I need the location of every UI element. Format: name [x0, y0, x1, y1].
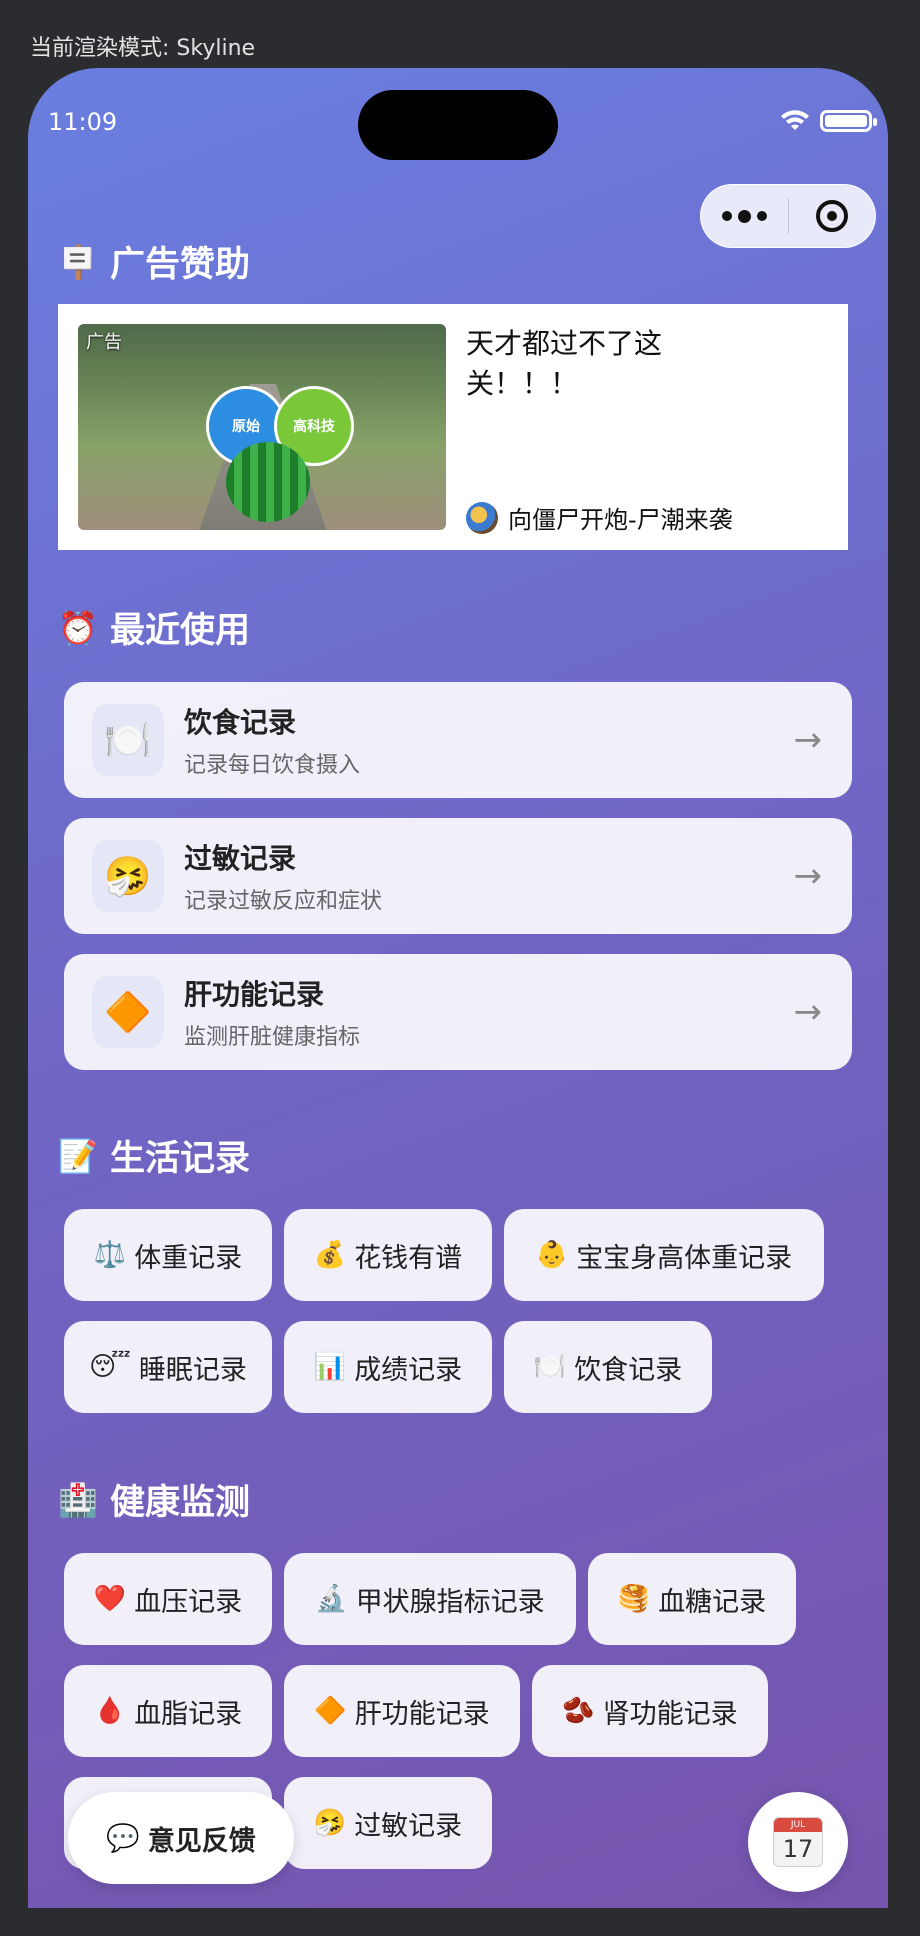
chip-label: 甲状腺指标记录: [355, 1586, 545, 1618]
ad-section-title: 🪧 广告赞助: [58, 236, 250, 287]
memo-icon: 📝: [58, 1136, 98, 1175]
health-section-label: 健康监测: [110, 1483, 251, 1523]
recent-item-desc: 记录每日饮食摄入: [184, 753, 361, 778]
dynamic-island: [358, 90, 558, 160]
chip-label: 血糖记录: [658, 1586, 767, 1618]
chip-allergy[interactable]: 🤧 过敏记录: [284, 1777, 492, 1869]
recent-section-label: 最近使用: [110, 611, 251, 651]
sneezing-face-icon: 🤧: [92, 840, 164, 912]
microscope-icon: 🔬: [315, 1584, 348, 1614]
alarm-clock-icon: ⏰: [58, 608, 98, 647]
battery-icon: [820, 110, 877, 132]
hospital-icon: 🏥: [58, 1480, 98, 1519]
chip-label: 睡眠记录: [138, 1354, 247, 1386]
signboard-icon: 🪧: [58, 242, 98, 281]
pancakes-icon: 🥞: [617, 1584, 651, 1614]
speech-bubble-icon: 💬: [106, 1823, 140, 1854]
chip-label: 肾功能记录: [602, 1698, 738, 1730]
watermelon-graphic: [226, 442, 310, 522]
calendar-button[interactable]: JUL 17: [748, 1792, 848, 1892]
render-mode-label: 当前渲染模式: Skyline: [30, 36, 256, 61]
baby-icon: 👶: [535, 1240, 569, 1270]
recent-item-desc: 记录过敏反应和症状: [184, 889, 383, 914]
plate-icon: 🍽️: [533, 1352, 567, 1382]
recent-item-title: 过敏记录: [184, 842, 297, 875]
heart-icon: ❤️: [93, 1584, 127, 1614]
recent-item-liver[interactable]: 🔶 肝功能记录 监测肝脏健康指标 →: [64, 954, 852, 1070]
recent-item-title: 肝功能记录: [184, 978, 325, 1011]
ad-image[interactable]: 原始 高科技 广告: [78, 324, 446, 530]
sleeping-face-icon: 😴: [89, 1352, 131, 1382]
recent-section-title: ⏰ 最近使用: [58, 602, 250, 653]
recent-item-desc: 监测肝脏健康指标: [184, 1025, 361, 1050]
life-section-title: 📝 生活记录: [58, 1130, 250, 1181]
ad-banner[interactable]: 原始 高科技 广告 天才都过不了这关！！！ 向僵尸开炮-尸潮来袭: [58, 304, 848, 550]
sneezing-face-icon: 🤧: [313, 1808, 347, 1838]
chip-label: 体重记录: [134, 1242, 243, 1274]
status-time: 11:09: [48, 108, 118, 136]
blood-drop-icon: 🩸: [93, 1696, 127, 1726]
chip-blood-lipid[interactable]: 🩸 血脂记录: [64, 1665, 272, 1757]
target-icon: [815, 200, 848, 232]
chip-label: 肝功能记录: [354, 1698, 490, 1730]
orange-diamond-icon: 🔶: [314, 1696, 347, 1726]
close-miniprogram-button[interactable]: [789, 185, 876, 247]
more-button[interactable]: [701, 185, 788, 247]
arrow-right-icon: →: [793, 856, 823, 896]
calendar-day: 17: [782, 1835, 814, 1863]
calendar-icon: JUL 17: [773, 1817, 823, 1867]
plate-icon: 🍽️: [92, 704, 164, 776]
money-bag-icon: 💰: [313, 1240, 347, 1270]
chip-sleep[interactable]: 😴 睡眠记录: [64, 1321, 272, 1413]
chip-weight[interactable]: ⚖️ 体重记录: [64, 1209, 272, 1301]
miniprogram-capsule: [700, 184, 876, 248]
chip-kidney[interactable]: 🫘 肾功能记录: [532, 1665, 768, 1757]
arrow-right-icon: →: [793, 992, 823, 1032]
feedback-label: 意见反馈: [147, 1825, 256, 1857]
feedback-button[interactable]: 💬 意见反馈: [68, 1792, 294, 1884]
ad-section-label: 广告赞助: [110, 245, 251, 285]
chip-label: 花钱有谱: [354, 1242, 463, 1274]
beans-icon: 🫘: [562, 1696, 595, 1726]
ad-title[interactable]: 天才都过不了这关！！！: [466, 324, 686, 404]
chip-label: 成绩记录: [354, 1354, 463, 1386]
phone-screen: 11:09 🪧 广告赞助 原始 高科技 广告 天才都过不了这关！！！ 向僵尸开炮…: [28, 68, 888, 1908]
chip-blood-sugar[interactable]: 🥞 血糖记录: [588, 1553, 796, 1645]
chip-label: 血压记录: [134, 1586, 243, 1618]
chip-baby-growth[interactable]: 👶 宝宝身高体重记录: [504, 1209, 824, 1301]
ad-avatar: [466, 501, 498, 534]
calendar-month: JUL: [774, 1818, 822, 1832]
orange-diamond-icon: 🔶: [92, 976, 164, 1048]
recent-item-diet[interactable]: 🍽️ 饮食记录 记录每日饮食摄入 →: [64, 682, 852, 798]
recent-item-title: 饮食记录: [184, 706, 297, 739]
wifi-icon: [781, 110, 809, 130]
chip-grades[interactable]: 📊 成绩记录: [284, 1321, 492, 1413]
chip-liver[interactable]: 🔶 肝功能记录: [284, 1665, 520, 1757]
status-icons: [780, 110, 877, 132]
ad-tag[interactable]: 广告: [86, 328, 122, 354]
chip-thyroid[interactable]: 🔬 甲状腺指标记录: [284, 1553, 576, 1645]
chip-label: 血脂记录: [134, 1698, 243, 1730]
arrow-right-icon: →: [793, 720, 823, 760]
life-section-label: 生活记录: [110, 1139, 251, 1179]
bar-chart-icon: 📊: [313, 1352, 347, 1382]
recent-item-allergy[interactable]: 🤧 过敏记录 记录过敏反应和症状 →: [64, 818, 852, 934]
chip-label: 饮食记录: [574, 1354, 683, 1386]
chip-spending[interactable]: 💰 花钱有谱: [284, 1209, 492, 1301]
chip-label: 宝宝身高体重记录: [576, 1242, 793, 1274]
chip-diet[interactable]: 🍽️ 饮食记录: [504, 1321, 712, 1413]
ad-source[interactable]: 向僵尸开炮-尸潮来袭: [466, 500, 733, 535]
chip-label: 过敏记录: [354, 1810, 463, 1842]
health-section-title: 🏥 健康监测: [58, 1474, 250, 1525]
more-dots-icon: [721, 209, 767, 223]
scale-icon: ⚖️: [93, 1240, 127, 1270]
ad-source-name: 向僵尸开炮-尸潮来袭: [508, 506, 733, 534]
chip-blood-pressure[interactable]: ❤️ 血压记录: [64, 1553, 272, 1645]
